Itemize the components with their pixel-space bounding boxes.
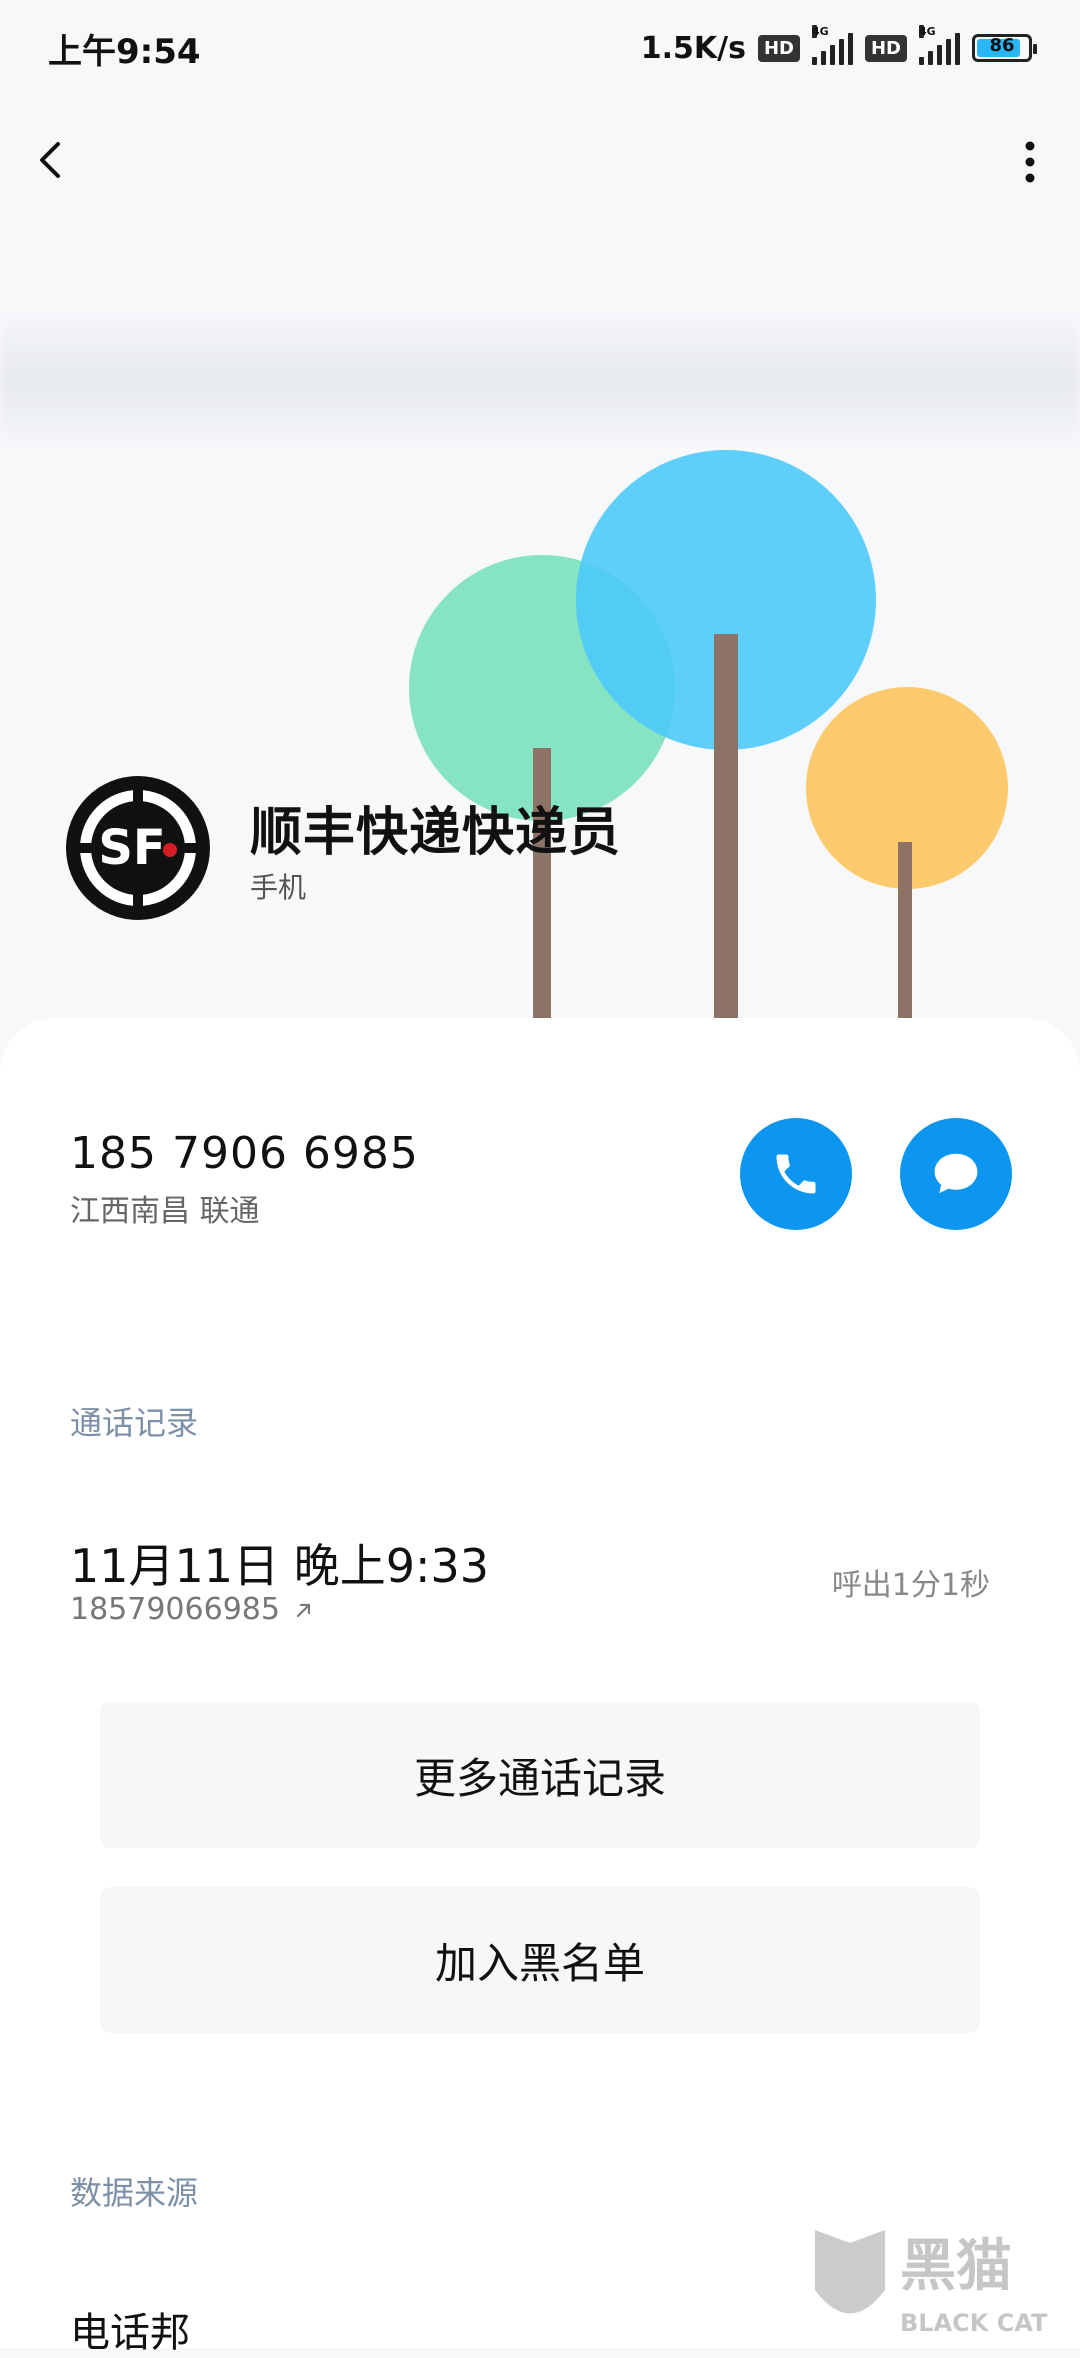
data-source-title: 数据来源 <box>70 2174 199 2212</box>
contact-avatar: SF <box>66 776 210 920</box>
status-indicators: 1.5K/s HD 4G HD 4G 86 <box>640 25 1037 66</box>
signal-icon-1: 4G <box>811 25 853 65</box>
call-log-number: 18579066985 <box>70 1592 280 1627</box>
battery-level: 86 <box>989 35 1015 56</box>
call-button[interactable] <box>740 1118 852 1230</box>
blurred-region <box>0 320 1080 440</box>
black-cat-logo-icon: 黑猫 BLACK CAT <box>815 2230 1048 2337</box>
call-log-number-row: 18579066985 <box>70 1592 316 1627</box>
network-speed: 1.5K/s <box>640 30 746 66</box>
signal-icon-2: 4G <box>919 25 960 65</box>
chevron-left-icon <box>40 142 60 178</box>
tree-crown-blue <box>576 450 876 750</box>
avatar-text: SF <box>98 820 165 876</box>
hd-badge-2: HD <box>864 34 907 62</box>
message-button[interactable] <box>900 1118 1012 1230</box>
network-type-2: 4G <box>919 25 936 38</box>
contact-name: 顺丰快递快递员 <box>250 803 622 863</box>
watermark-en: BLACK CAT <box>900 2309 1048 2337</box>
battery-icon: 86 <box>972 34 1037 62</box>
outgoing-arrow-icon <box>296 1603 311 1617</box>
network-type-1: 4G <box>811 25 829 38</box>
tree-crown-green <box>409 555 675 821</box>
phone-location: 江西南昌 联通 <box>70 1194 260 1229</box>
call-log-type-duration: 呼出1分1秒 <box>831 1568 990 1603</box>
phone-icon <box>776 1154 816 1194</box>
more-vertical-icon <box>1025 141 1035 183</box>
call-log-datetime: 11月11日 晚上9:33 <box>70 1539 489 1593</box>
add-to-blacklist-button[interactable]: 加入黑名单 <box>100 1887 980 2033</box>
contact-label: 手机 <box>250 871 307 904</box>
call-log-title: 通话记录 <box>70 1404 199 1442</box>
watermark-cn: 黑猫 <box>900 2234 1012 2299</box>
phone-number[interactable]: 185 7906 6985 <box>70 1128 419 1179</box>
more-options-button[interactable] <box>1000 130 1060 190</box>
tree-trunk-yellow <box>898 842 912 1020</box>
more-call-logs-button[interactable]: 更多通话记录 <box>100 1702 980 1848</box>
status-time: 上午9:54 <box>48 31 201 72</box>
data-source-name[interactable]: 电话邦 <box>70 2300 190 2358</box>
back-button[interactable] <box>22 130 82 190</box>
message-icon <box>934 1153 978 1194</box>
tree-trunk-blue <box>714 634 738 1020</box>
sf-logo-icon: SF <box>68 778 208 918</box>
tree-crown-yellow <box>806 687 1008 889</box>
status-bar: 上午9:54 1.5K/s HD 4G HD 4G 86 <box>0 0 1080 96</box>
hd-badge-1: HD <box>757 34 800 62</box>
tree-trunk-green <box>533 748 551 1020</box>
black-cat-watermark: 黑猫 BLACK CAT <box>810 2225 1080 2340</box>
